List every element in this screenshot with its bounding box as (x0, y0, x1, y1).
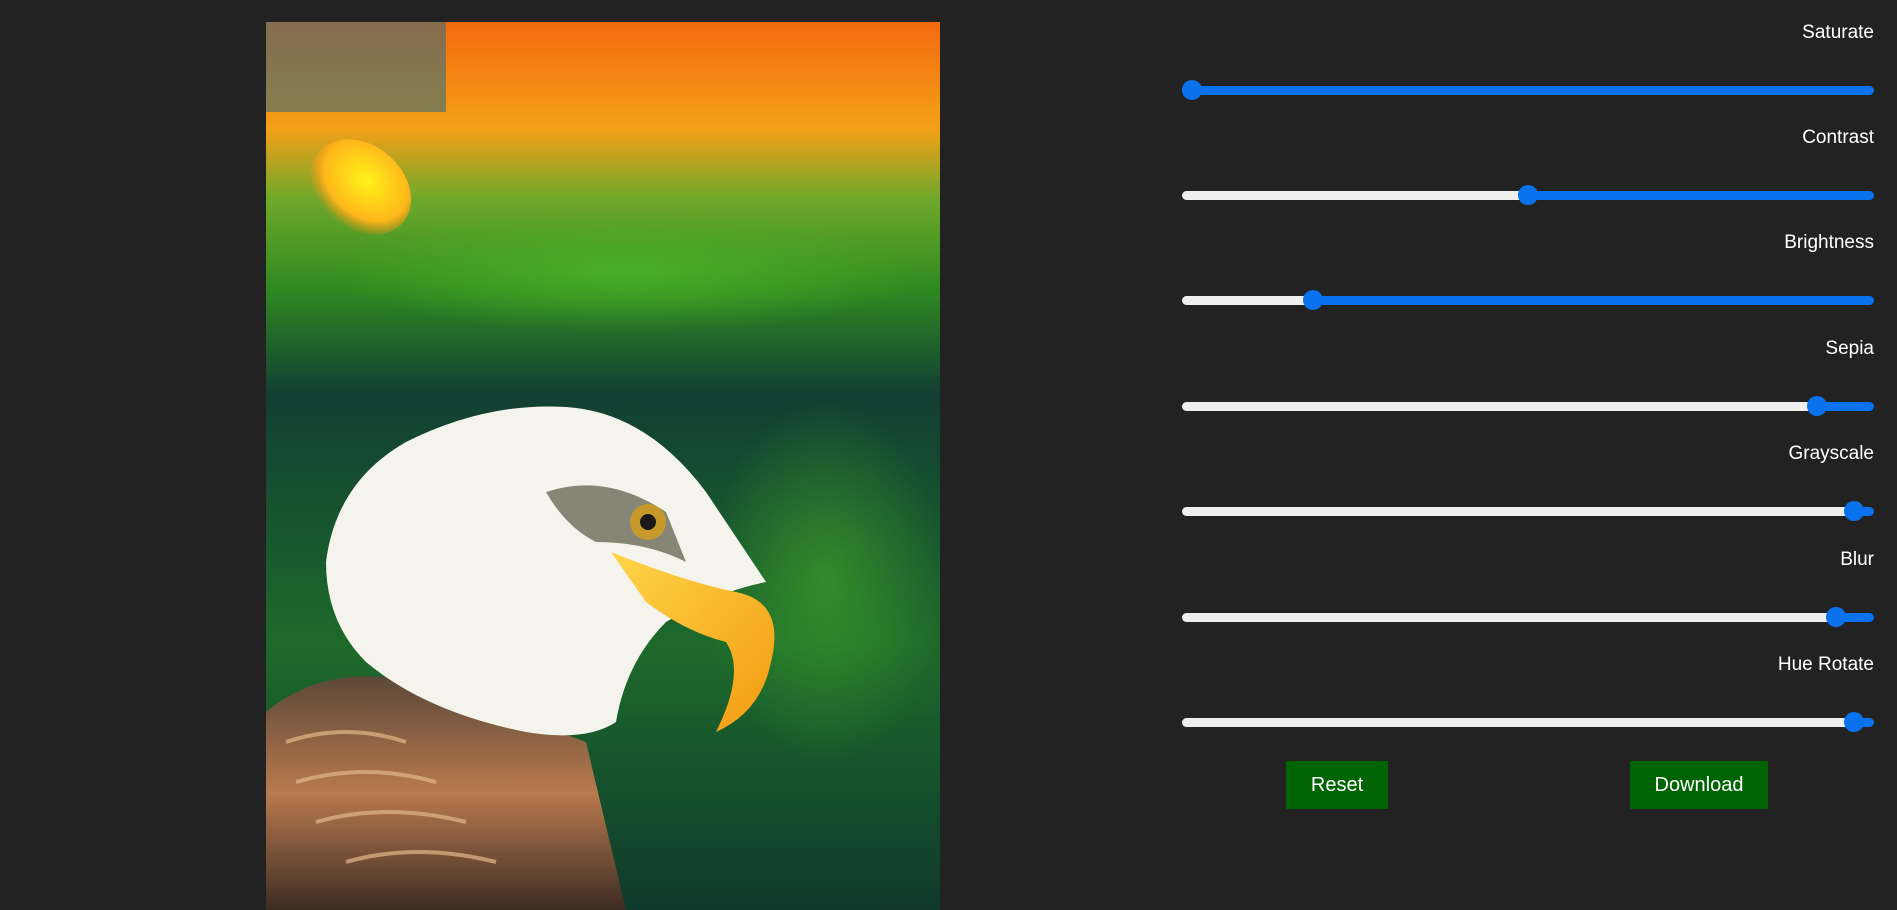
saturate-control: Saturate (1182, 0, 1874, 106)
hue-rotate-thumb[interactable] (1843, 712, 1864, 732)
sepia-control: Sepia (1182, 316, 1874, 422)
saturate-thumb[interactable] (1182, 80, 1202, 100)
saturate-track (1182, 86, 1874, 95)
blur-control: Blur (1182, 527, 1874, 633)
hue-rotate-label: Hue Rotate (1777, 654, 1874, 675)
contrast-slider[interactable] (1182, 184, 1874, 206)
grayscale-thumb[interactable] (1843, 501, 1864, 521)
saturate-label: Saturate (1802, 22, 1874, 43)
download-button[interactable]: Download (1630, 761, 1768, 809)
brightness-track (1182, 296, 1874, 305)
sepia-thumb[interactable] (1806, 396, 1827, 416)
contrast-label: Contrast (1802, 127, 1874, 148)
blur-slider[interactable] (1182, 606, 1874, 628)
sepia-track (1182, 402, 1874, 411)
contrast-control: Contrast (1182, 105, 1874, 211)
sepia-slider[interactable] (1182, 395, 1874, 417)
sepia-label: Sepia (1825, 338, 1874, 359)
hue-rotate-control: Hue Rotate (1182, 632, 1874, 738)
saturate-slider[interactable] (1182, 79, 1874, 101)
grayscale-track (1182, 507, 1874, 516)
edited-image (266, 22, 940, 910)
contrast-thumb[interactable] (1518, 185, 1538, 205)
grayscale-slider[interactable] (1182, 500, 1874, 522)
grayscale-control: Grayscale (1182, 421, 1874, 527)
blur-track (1182, 613, 1874, 622)
blur-label: Blur (1840, 549, 1874, 570)
blur-thumb[interactable] (1825, 607, 1846, 627)
grayscale-label: Grayscale (1788, 443, 1874, 464)
brightness-thumb[interactable] (1302, 290, 1323, 310)
brightness-slider[interactable] (1182, 289, 1874, 311)
brightness-label: Brightness (1784, 232, 1874, 253)
reset-button[interactable]: Reset (1286, 761, 1388, 809)
hue-rotate-slider[interactable] (1182, 711, 1874, 733)
hue-rotate-track (1182, 718, 1874, 727)
brightness-control: Brightness (1182, 210, 1874, 316)
